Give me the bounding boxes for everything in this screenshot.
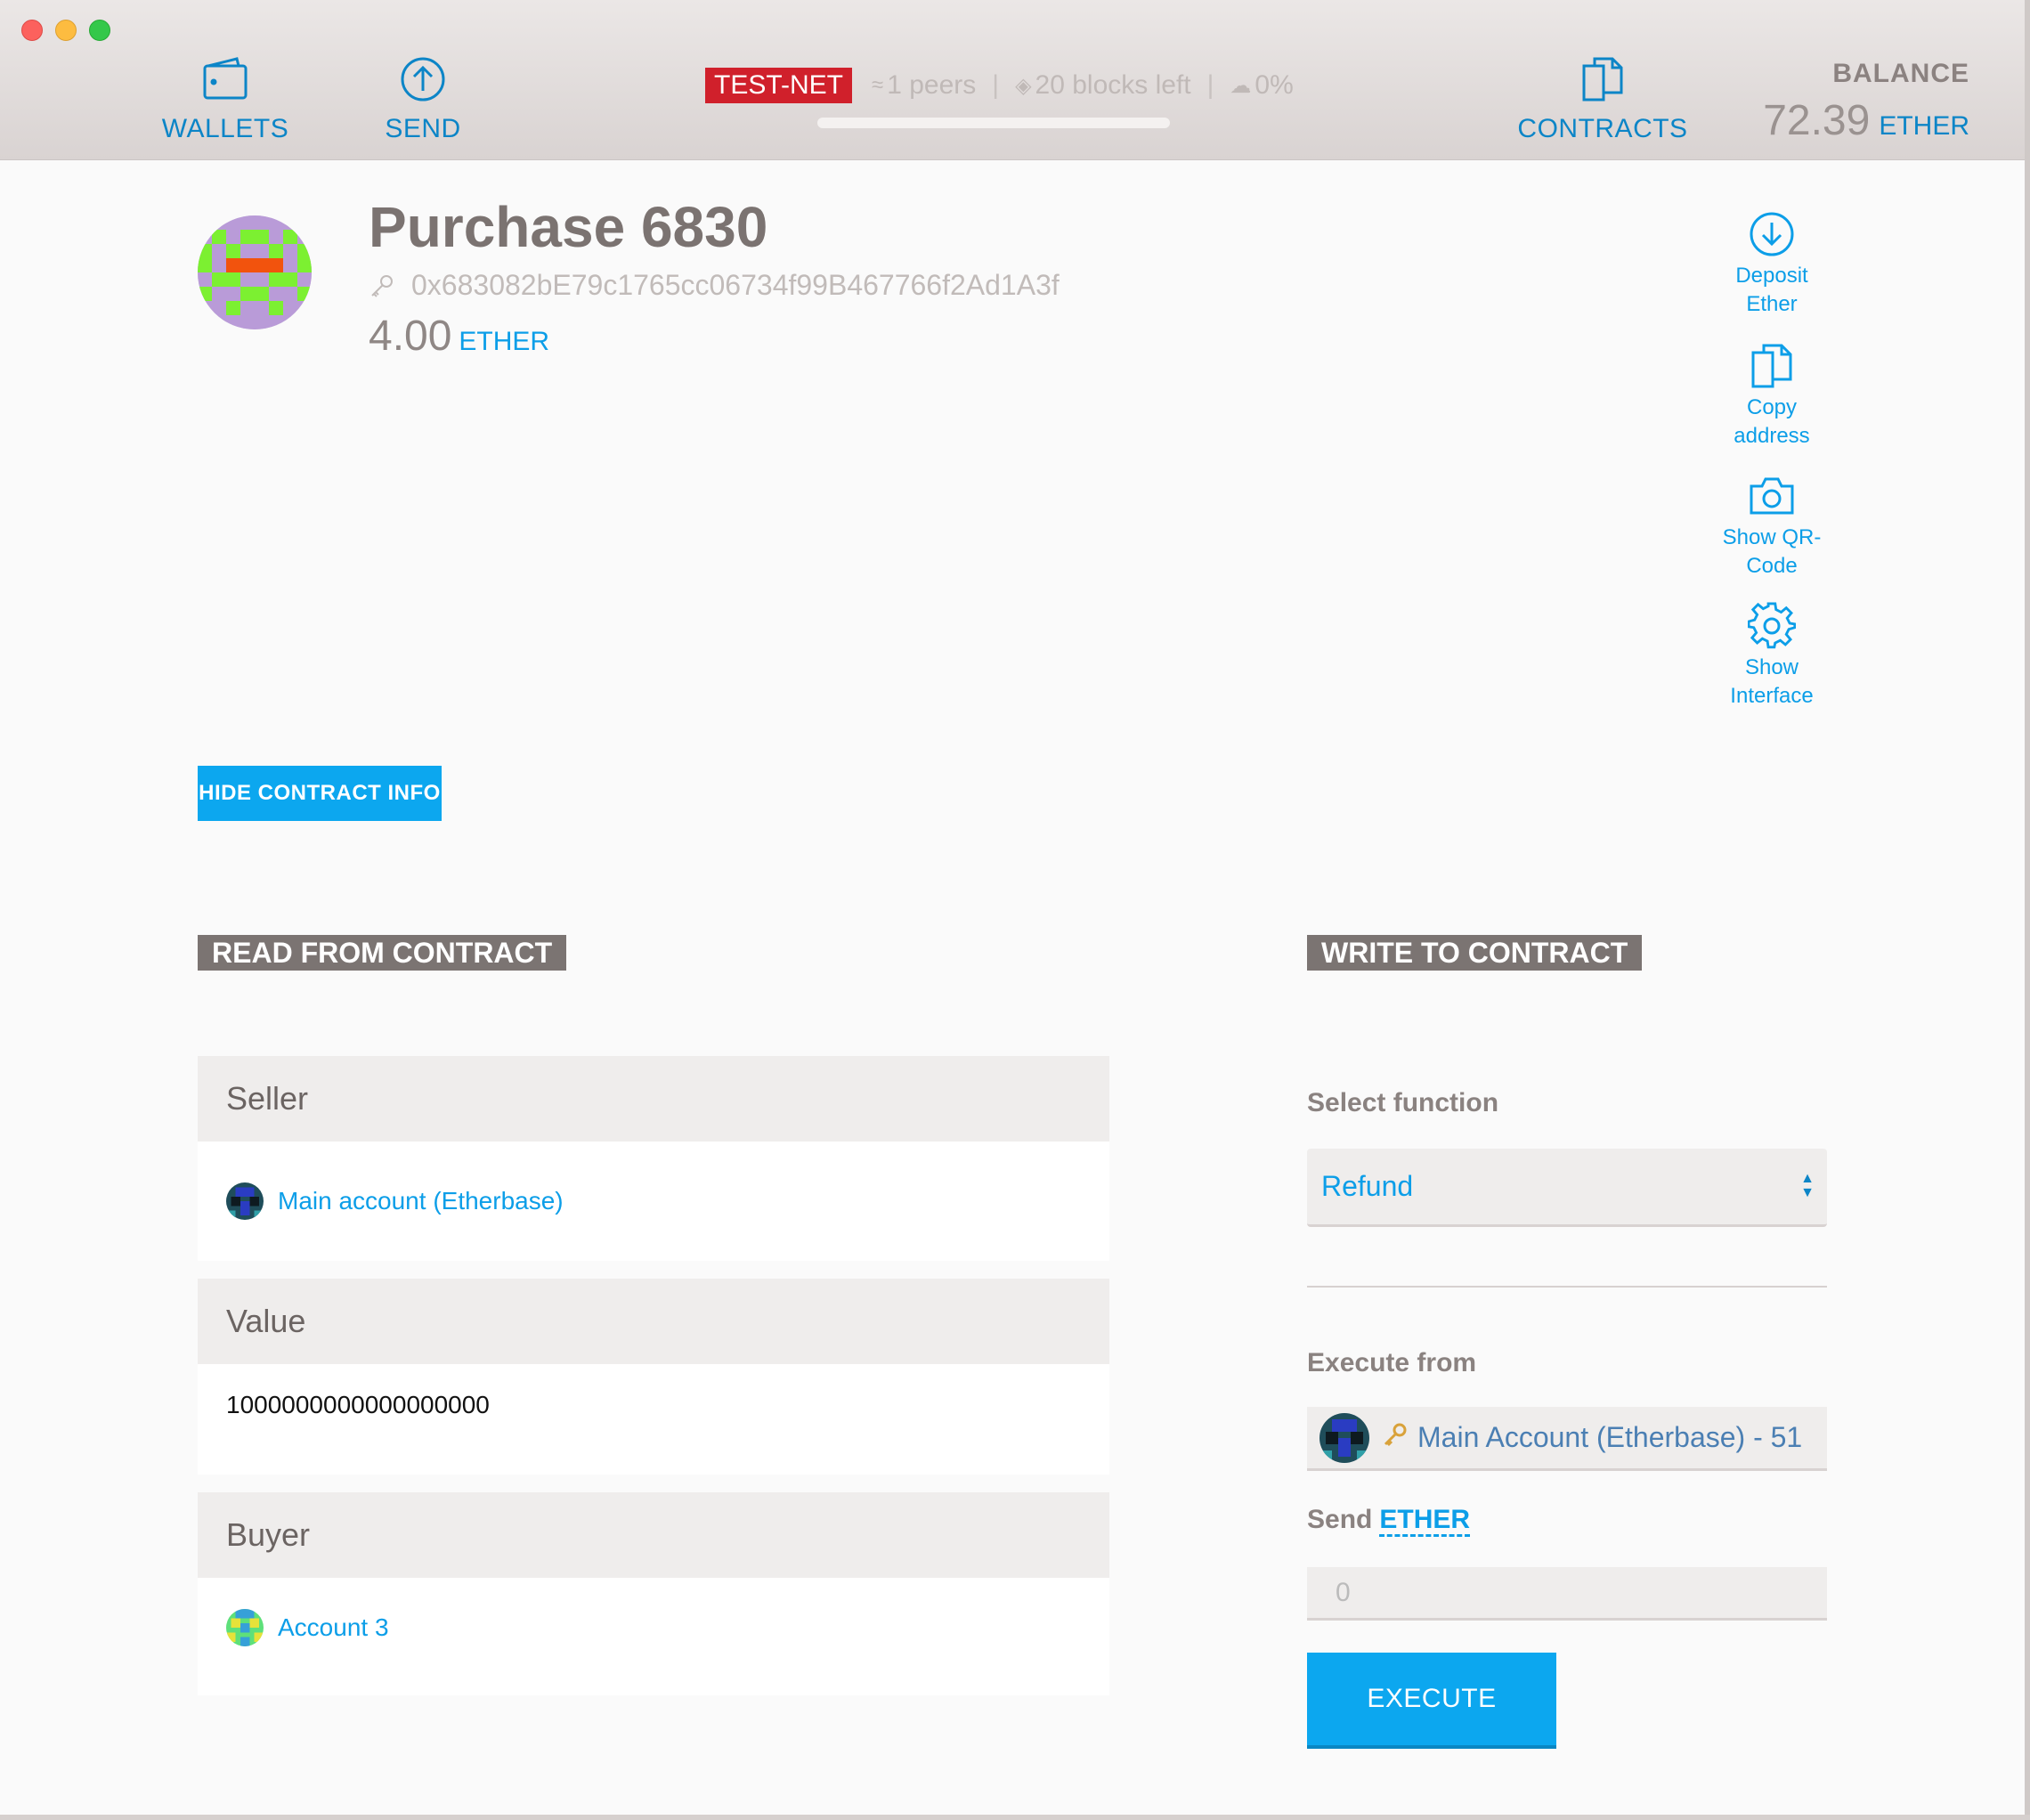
buyer-account-link[interactable]: Account 3 [278, 1613, 389, 1642]
status-divider: | [992, 70, 1000, 100]
send-label: Send ETHER [1307, 1505, 1471, 1537]
window-zoom-button[interactable] [89, 20, 110, 41]
send-icon [401, 57, 445, 102]
execute-from-label: Execute from [1307, 1348, 1477, 1377]
buyer-label: Buyer [198, 1492, 1109, 1578]
deposit-ether-button[interactable]: Deposit Ether [1709, 210, 1834, 319]
contract-balance: 4.00 ETHER [369, 312, 549, 361]
camera-icon [1750, 477, 1794, 515]
read-item-buyer: Buyer Account 3 [198, 1492, 1109, 1695]
show-qr-code-button[interactable]: Show QR-Code [1709, 472, 1834, 581]
execute-button[interactable]: EXECUTE [1307, 1653, 1556, 1749]
window-header: WALLETS SEND TEST-NET ≈ 1 peers | ◈ 20 b… [0, 0, 2030, 160]
read-item-seller: Seller Main account (Etherbase) [198, 1056, 1109, 1261]
read-item-value: Value 1000000000000000000 [198, 1279, 1109, 1475]
network-badge: TEST-NET [705, 68, 853, 103]
contract-identicon [198, 215, 312, 329]
select-function-label: Select function [1307, 1088, 1499, 1117]
nav-wallets-label: WALLETS [161, 114, 289, 143]
write-section-title: WRITE TO CONTRACT [1307, 935, 1643, 971]
network-status: TEST-NET ≈ 1 peers | ◈ 20 blocks left | … [705, 66, 1294, 105]
write-divider [1307, 1286, 1827, 1288]
send-amount-input[interactable] [1307, 1567, 1827, 1621]
status-divider: | [1206, 70, 1214, 100]
blocks-left: 20 blocks left [1035, 70, 1191, 100]
show-qr-code-label: Show QR-Code [1722, 525, 1822, 578]
send-unit-toggle[interactable]: ETHER [1379, 1505, 1471, 1537]
value-amount: 1000000000000000000 [226, 1391, 490, 1418]
nav-contracts[interactable]: CONTRACTS [1514, 55, 1692, 144]
execute-from-identicon [1320, 1412, 1369, 1463]
nav-contracts-label: CONTRACTS [1517, 114, 1688, 143]
window-edge [2025, 0, 2030, 1820]
seller-label: Seller [198, 1056, 1109, 1142]
execute-from-select[interactable]: Main Account (Etherbase) - 51 [1307, 1407, 1827, 1471]
hide-contract-info-button[interactable]: HIDE CONTRACT INFO [198, 766, 442, 821]
balance-value: 72.39 ETHER [1763, 96, 1969, 145]
window-edge [0, 1815, 2030, 1820]
value-label: Value [198, 1279, 1109, 1364]
contract-title: Purchase 6830 [369, 195, 768, 259]
execute-from-value: Main Account (Etherbase) - 51 [1417, 1421, 1803, 1453]
select-function-dropdown[interactable]: Refund ▲ ▼ [1307, 1149, 1827, 1227]
seller-identicon [226, 1182, 264, 1220]
select-arrows-icon: ▲ ▼ [1800, 1171, 1815, 1200]
copy-address-label: Copy address [1734, 395, 1810, 448]
sync-progress-bar [817, 118, 1170, 128]
blocks-icon: ◈ [1015, 73, 1032, 98]
window-close-button[interactable] [21, 20, 43, 41]
account-balance: BALANCE 72.39 ETHER [1763, 59, 1969, 145]
seller-account-link[interactable]: Main account (Etherbase) [278, 1187, 564, 1215]
nav-send[interactable]: SEND [365, 55, 481, 144]
key-icon [1382, 1421, 1409, 1455]
copy-icon [1751, 344, 1792, 388]
balance-amount: 72.39 [1763, 97, 1871, 144]
key-icon [371, 274, 393, 297]
peers-count: 1 peers [887, 70, 977, 100]
sync-percent: 0% [1255, 70, 1294, 100]
nav-wallets[interactable]: WALLETS [162, 55, 288, 144]
contract-balance-unit[interactable]: ETHER [459, 327, 549, 356]
read-section-title: READ FROM CONTRACT [198, 935, 567, 971]
gear-icon [1748, 602, 1796, 649]
deposit-ether-label: Deposit Ether [1735, 264, 1808, 316]
wallet-icon [203, 57, 248, 100]
buyer-identicon [226, 1609, 264, 1646]
select-function-value: Refund [1321, 1170, 1414, 1202]
show-interface-label: Show Interface [1730, 655, 1814, 708]
cloud-download-icon: ☁ [1230, 73, 1252, 98]
contracts-icon [1582, 57, 1623, 102]
nav-send-label: SEND [385, 114, 461, 143]
balance-label: BALANCE [1832, 59, 1969, 88]
contract-balance-amount: 4.00 [369, 313, 452, 360]
contract-address[interactable]: 0x683082bE79c1765cc06734f99B467766f2Ad1A… [369, 269, 1060, 302]
balance-unit: ETHER [1879, 111, 1969, 141]
contract-address-text: 0x683082bE79c1765cc06734f99B467766f2Ad1A… [411, 269, 1060, 301]
deposit-icon [1750, 212, 1794, 256]
window-minimize-button[interactable] [55, 20, 77, 41]
copy-address-button[interactable]: Copy address [1709, 342, 1834, 451]
send-label-text: Send [1307, 1505, 1373, 1534]
peers-icon: ≈ [872, 73, 884, 97]
show-interface-button[interactable]: Show Interface [1709, 602, 1834, 711]
